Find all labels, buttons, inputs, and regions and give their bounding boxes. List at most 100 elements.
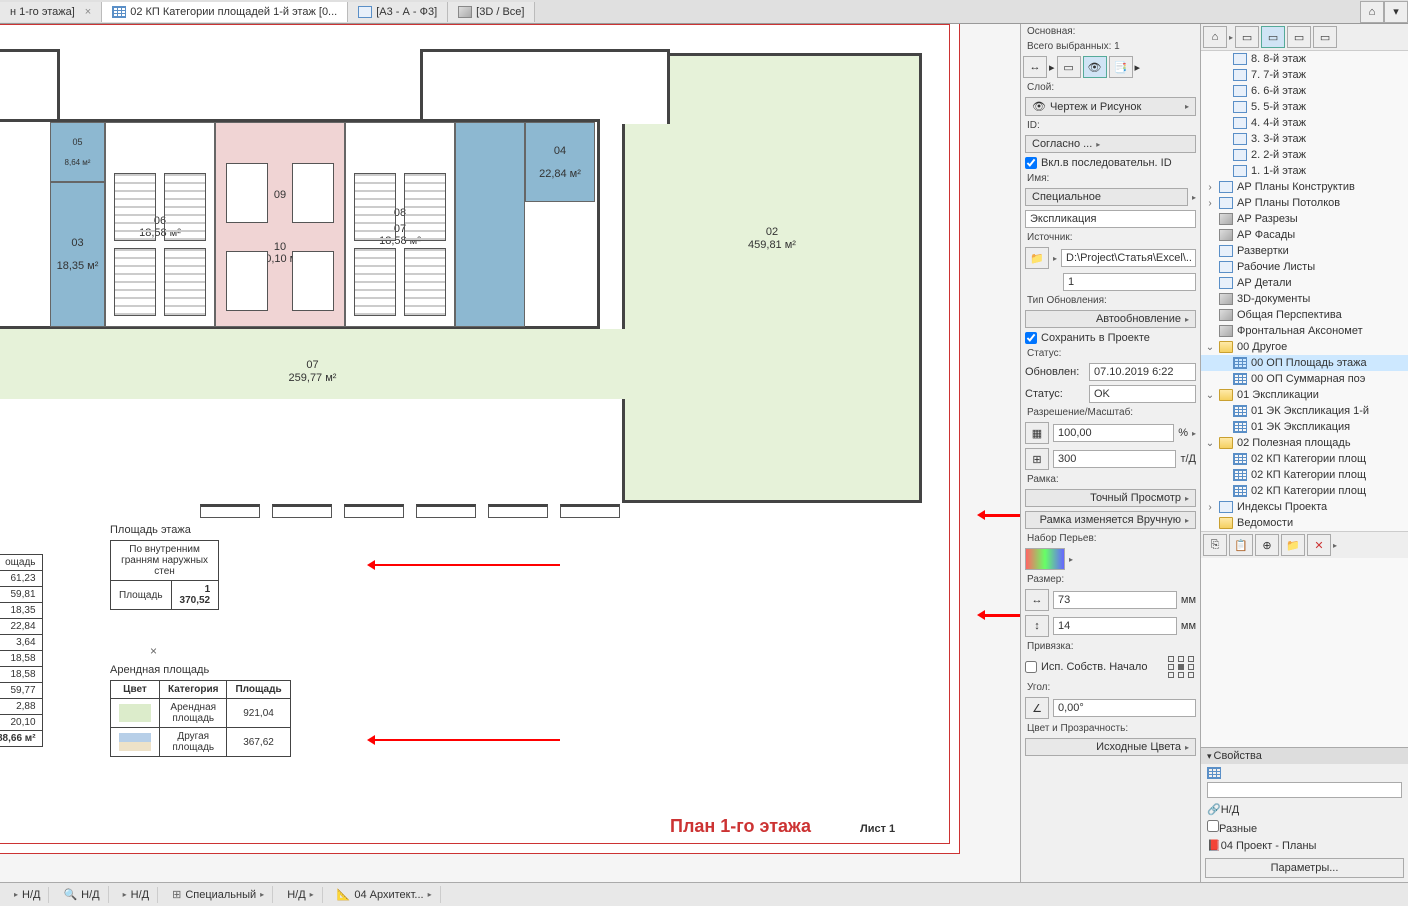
name-type-select[interactable]: Специальное [1025, 188, 1188, 206]
size-h-input[interactable] [1053, 617, 1177, 635]
tree-item[interactable]: АР Фасады [1201, 227, 1408, 243]
tool-arrow-icon[interactable]: ↔ [1023, 56, 1047, 78]
frame-manual-select[interactable]: Рамка изменяется Вручную▸ [1025, 511, 1196, 529]
source-num-input[interactable] [1063, 273, 1196, 291]
tree-item[interactable]: 3D-документы [1201, 291, 1408, 307]
anchor-checkbox[interactable] [1025, 661, 1037, 673]
close-icon[interactable]: × [150, 644, 157, 658]
document-tabs: н 1-го этажа] 02 КП Категории площадей 1… [0, 0, 1408, 24]
tree-schedule[interactable]: 01 ЭК Экспликация 1-й [1201, 403, 1408, 419]
sb-special[interactable]: ⊞ Специальный▸ [164, 886, 273, 903]
nav-project-icon[interactable]: ⌂ [1203, 26, 1227, 48]
source-path-input[interactable] [1061, 249, 1196, 267]
tree-floor[interactable]: 5. 5-й этаж [1201, 99, 1408, 115]
tree-item[interactable]: АР Детали [1201, 275, 1408, 291]
tree-floor[interactable]: 7. 7-й этаж [1201, 67, 1408, 83]
sb-arch[interactable]: 📐 04 Архитект...▸ [329, 886, 441, 903]
nav-book-icon[interactable]: ▭ [1287, 26, 1311, 48]
settings-panel: Основная: Всего выбранных: 1 ↔ ▸ ▭ 👁 📑 ▸… [1020, 24, 1200, 882]
tree-schedule[interactable]: 02 КП Категории площ [1201, 467, 1408, 483]
update-type-select[interactable]: Автообновление▸ [1025, 310, 1196, 328]
tree-floor[interactable]: 1. 1-й этаж [1201, 163, 1408, 179]
tree-floor[interactable]: 6. 6-й этаж [1201, 83, 1408, 99]
nav-newfolder-icon[interactable]: 📁 [1281, 534, 1305, 556]
tree-schedule[interactable]: 02 КП Категории площ [1201, 483, 1408, 499]
tree-group[interactable]: ›Индексы Проекта [1201, 499, 1408, 515]
anchor-grid[interactable] [1168, 656, 1196, 678]
layer-button[interactable]: 👁 Чертеж и Рисунок ▸ [1025, 97, 1196, 116]
diff-checkbox[interactable] [1207, 820, 1219, 832]
tree-item[interactable]: Ведомости [1201, 515, 1408, 531]
scale-icon[interactable]: ⊞ [1025, 448, 1049, 470]
tree-group[interactable]: ›АР Планы Конструктив [1201, 179, 1408, 195]
tree-group[interactable]: ›АР Планы Потолков [1201, 195, 1408, 211]
floor-plan: 02459,81 м² 0318,35 м² 058,64 м² 0618,58… [0, 49, 930, 499]
size-w-input[interactable] [1053, 591, 1177, 609]
scale-input[interactable] [1053, 450, 1176, 468]
size-w-icon: ↔ [1025, 589, 1049, 611]
nav-view-icon[interactable]: ▭ [1261, 26, 1285, 48]
properties-header[interactable]: Свойства [1201, 748, 1408, 764]
tab-dropdown[interactable]: ▾ [1384, 1, 1408, 23]
angle-input[interactable] [1053, 699, 1196, 717]
tab-floor1[interactable]: н 1-го этажа] [0, 2, 102, 22]
size-h-icon: ↕ [1025, 615, 1049, 637]
arrow-indicator [370, 564, 560, 566]
tree: 8. 8-й этаж 7. 7-й этаж 6. 6-й этаж 5. 5… [1201, 51, 1408, 531]
sb-zoom[interactable]: 🔍 Н/Д [55, 886, 108, 903]
parameters-button[interactable]: Параметры... [1205, 858, 1404, 878]
tab-3d[interactable]: [3D / Все] [448, 2, 535, 22]
tool-eye-icon[interactable]: 👁 [1083, 56, 1107, 78]
tree-floor[interactable]: 3. 3-й этаж [1201, 131, 1408, 147]
tree-item[interactable]: Фронтальная Аксономет [1201, 323, 1408, 339]
nav-paste-icon[interactable]: 📋 [1229, 534, 1253, 556]
nav-map-icon[interactable]: ▭ [1235, 26, 1259, 48]
nav-delete-icon[interactable]: ✕ [1307, 534, 1331, 556]
res-icon[interactable]: ▦ [1025, 422, 1049, 444]
arrow-to-nav [980, 514, 1020, 517]
tree-item[interactable]: Рабочие Листы [1201, 259, 1408, 275]
tree-folder[interactable]: ⌄00 Другое [1201, 339, 1408, 355]
nav-new-icon[interactable]: ⊕ [1255, 534, 1279, 556]
seq-id-checkbox[interactable] [1025, 157, 1037, 169]
tab-layout[interactable]: [А3 - А - Ф3] [348, 2, 448, 22]
sb-scale[interactable]: ▸Н/Д [6, 887, 49, 903]
tree-floor[interactable]: 4. 4-й этаж [1201, 115, 1408, 131]
floor-area-block: Площадь этажа По внутренним гранням нару… [110, 524, 191, 540]
tree-item[interactable]: Общая Перспектива [1201, 307, 1408, 323]
sb-nd2[interactable]: Н/Д▸ [279, 887, 322, 903]
tree-folder[interactable]: ⌄01 Экспликации [1201, 387, 1408, 403]
drawing-canvas[interactable]: 02459,81 м² 0318,35 м² 058,64 м² 0618,58… [0, 24, 1020, 882]
id-button[interactable]: Согласно ...▸ [1025, 135, 1196, 153]
source-browse-icon[interactable]: 📁 [1025, 247, 1049, 269]
nav-copy-icon[interactable]: ⎘ [1203, 534, 1227, 556]
arrow-to-nav [980, 614, 1020, 617]
frame-type-select[interactable]: Точный Просмотр▸ [1025, 489, 1196, 507]
tool-layers-icon[interactable]: 📑 [1109, 56, 1133, 78]
sheet-title: План 1-го этажа [670, 816, 811, 837]
tab-home-icon[interactable]: ⌂ [1360, 1, 1384, 23]
sb-nd[interactable]: ▸Н/Д [115, 887, 158, 903]
tree-floor[interactable]: 8. 8-й этаж [1201, 51, 1408, 67]
tool-rect-icon[interactable]: ▭ [1057, 56, 1081, 78]
save-project-checkbox[interactable] [1025, 332, 1037, 344]
tree-floor[interactable]: 2. 2-й этаж [1201, 147, 1408, 163]
tab-categories[interactable]: 02 КП Категории площадей 1-й этаж [0... [102, 2, 348, 22]
tree-schedule-selected[interactable]: 00 ОП Площадь этажа [1201, 355, 1408, 371]
tree-schedule[interactable]: 00 ОП Суммарная поэ [1201, 371, 1408, 387]
rent-area-table: ЦветКатегорияПлощадь Арендная площадь921… [110, 680, 291, 757]
prop-select[interactable] [1207, 782, 1402, 798]
res-percent-input[interactable] [1053, 424, 1174, 442]
color-select[interactable]: Исходные Цвета▸ [1025, 738, 1196, 756]
tree-item[interactable]: Развертки [1201, 243, 1408, 259]
tree-schedule[interactable]: 01 ЭК Экспликация [1201, 419, 1408, 435]
name-input[interactable] [1025, 210, 1196, 228]
nav-pub-icon[interactable]: ▭ [1313, 26, 1337, 48]
tree-item[interactable]: АР Разрезы [1201, 211, 1408, 227]
side-area-table: ощадь 61,23 59,81 18,35 22,84 3,64 18,58… [0, 554, 43, 747]
penset-button[interactable] [1025, 548, 1065, 570]
tree-folder[interactable]: ⌄02 Полезная площадь [1201, 435, 1408, 451]
tree-schedule[interactable]: 02 КП Категории площ [1201, 451, 1408, 467]
selected-count: Всего выбранных: 1 [1021, 39, 1200, 54]
floor-area-table: По внутренним гранням наружных стен Площ… [110, 540, 219, 610]
